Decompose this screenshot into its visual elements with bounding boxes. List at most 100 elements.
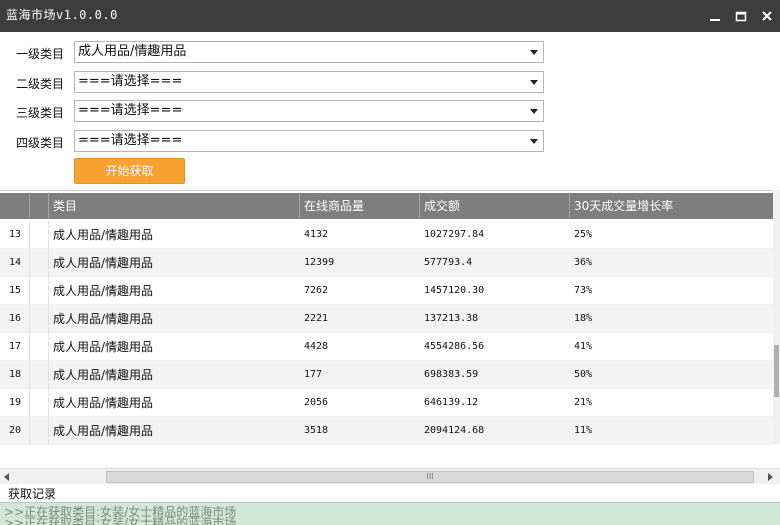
cell-turnover: 4554286.56 bbox=[424, 341, 485, 352]
table-row[interactable]: 17 成人用品/情趣用品 4428 4554286.56 41% bbox=[0, 333, 773, 361]
level1-label: 一级类目 bbox=[16, 47, 65, 61]
log-line: >>正在获取类目:女装/女士精品的蓝海市场 bbox=[4, 516, 237, 525]
blank-cell bbox=[30, 305, 49, 333]
vertical-scrollbar[interactable] bbox=[773, 190, 780, 444]
table-row[interactable]: 15 成人用品/情趣用品 7262 1457120.30 73% bbox=[0, 277, 773, 305]
cell-turnover: 1027297.84 bbox=[424, 229, 485, 240]
blank-cell bbox=[30, 361, 49, 389]
scroll-grip: III bbox=[426, 472, 434, 481]
row-number: 16 bbox=[0, 305, 30, 333]
level4-label: 四级类目 bbox=[16, 136, 65, 150]
cell-growth: 73% bbox=[574, 285, 593, 296]
table-row[interactable]: 19 成人用品/情趣用品 2056 646139.12 21% bbox=[0, 389, 773, 417]
scroll-right-icon[interactable] bbox=[768, 473, 773, 481]
blank-cell bbox=[30, 417, 49, 445]
result-grid: 类目 在线商品量 成交额 30天成交量增长率 13 成人用品/情趣用品 4132 10… bbox=[0, 190, 773, 445]
level1-select[interactable]: 成人用品/情趣用品 bbox=[74, 41, 544, 63]
column-header-online-count[interactable]: 在线商品量 bbox=[300, 193, 420, 219]
cell-turnover: 577793.4 bbox=[424, 257, 473, 268]
level3-value: ===请选择=== bbox=[78, 103, 183, 118]
chevron-down-icon bbox=[530, 109, 538, 114]
level2-label: 二级类目 bbox=[16, 77, 65, 91]
horizontal-scroll-thumb[interactable]: III bbox=[106, 471, 754, 483]
cell-online-count: 7262 bbox=[304, 285, 329, 296]
cell-growth: 18% bbox=[574, 313, 593, 324]
level1-row: 一级类目 成人用品/情趣用品 bbox=[0, 41, 560, 63]
blank-cell bbox=[30, 221, 49, 249]
row-number: 14 bbox=[0, 249, 30, 277]
cell-online-count: 12399 bbox=[304, 257, 335, 268]
row-header-corner bbox=[0, 193, 30, 219]
cell-online-count: 177 bbox=[304, 369, 323, 380]
column-header-category[interactable]: 类目 bbox=[49, 193, 300, 219]
vertical-scroll-thumb[interactable] bbox=[774, 345, 779, 397]
level4-select[interactable]: ===请选择=== bbox=[74, 130, 544, 152]
cell-turnover: 1457120.30 bbox=[424, 285, 485, 296]
cell-growth: 36% bbox=[574, 257, 593, 268]
cell-growth: 50% bbox=[574, 369, 593, 380]
level4-row: 四级类目 ===请选择=== bbox=[0, 130, 560, 152]
row-number: 18 bbox=[0, 361, 30, 389]
minimize-icon[interactable] bbox=[708, 9, 722, 23]
row-number: 15 bbox=[0, 277, 30, 305]
cell-online-count: 4428 bbox=[304, 341, 329, 352]
log-textarea[interactable]: >>正在获取类目:女装/女士精品的蓝海市场 >>正在获取类目:女装/女士精品的蓝… bbox=[0, 502, 780, 525]
level3-row: 三级类目 ===请选择=== bbox=[0, 100, 560, 122]
cell-growth: 25% bbox=[574, 229, 593, 240]
table-row[interactable]: 14 成人用品/情趣用品 12399 577793.4 36% bbox=[0, 249, 773, 277]
table-row[interactable]: 16 成人用品/情趣用品 2221 137213.38 18% bbox=[0, 305, 773, 333]
chevron-down-icon bbox=[530, 50, 538, 55]
level2-select[interactable]: ===请选择=== bbox=[74, 71, 544, 93]
cell-category: 成人用品/情趣用品 bbox=[53, 340, 154, 354]
close-icon[interactable] bbox=[760, 9, 774, 23]
row-number: 17 bbox=[0, 333, 30, 361]
cell-growth: 11% bbox=[574, 425, 593, 436]
cell-online-count: 3518 bbox=[304, 425, 329, 436]
log-label: 获取记录 bbox=[8, 487, 57, 501]
level3-select[interactable]: ===请选择=== bbox=[74, 100, 544, 122]
chevron-down-icon bbox=[530, 139, 538, 144]
blank-cell bbox=[30, 333, 49, 361]
table-row[interactable]: 13 成人用品/情趣用品 4132 1027297.84 25% bbox=[0, 221, 773, 249]
table-row[interactable]: 20 成人用品/情趣用品 3518 2094124.68 11% bbox=[0, 417, 773, 445]
cell-growth: 41% bbox=[574, 341, 593, 352]
blank-column-header bbox=[30, 193, 49, 219]
cell-growth: 21% bbox=[574, 397, 593, 408]
cell-category: 成人用品/情趣用品 bbox=[53, 368, 154, 382]
row-number: 13 bbox=[0, 221, 30, 249]
column-header-turnover[interactable]: 成交额 bbox=[420, 193, 570, 219]
level3-label: 三级类目 bbox=[16, 106, 65, 120]
cell-category: 成人用品/情趣用品 bbox=[53, 228, 154, 242]
cell-online-count: 2221 bbox=[304, 313, 329, 324]
cell-category: 成人用品/情趣用品 bbox=[53, 284, 154, 298]
row-number: 20 bbox=[0, 417, 30, 445]
cell-turnover: 2094124.68 bbox=[424, 425, 485, 436]
table-row[interactable]: 18 成人用品/情趣用品 177 698383.59 50% bbox=[0, 361, 773, 389]
scroll-left-icon[interactable] bbox=[4, 473, 9, 481]
blank-cell bbox=[30, 277, 49, 305]
cell-category: 成人用品/情趣用品 bbox=[53, 312, 154, 326]
column-header-growth[interactable]: 30天成交量增长率 bbox=[570, 193, 773, 219]
level2-row: 二级类目 ===请选择=== bbox=[0, 71, 560, 93]
cell-category: 成人用品/情趣用品 bbox=[53, 256, 154, 270]
blank-cell bbox=[30, 249, 49, 277]
cell-turnover: 137213.38 bbox=[424, 313, 479, 324]
level4-value: ===请选择=== bbox=[78, 133, 183, 148]
maximize-icon[interactable] bbox=[734, 9, 748, 23]
start-fetch-button[interactable]: 开始获取 bbox=[74, 158, 185, 184]
level1-value: 成人用品/情趣用品 bbox=[78, 44, 187, 59]
blank-cell bbox=[30, 389, 49, 417]
level2-value: ===请选择=== bbox=[78, 74, 183, 89]
row-number: 19 bbox=[0, 389, 30, 417]
cell-online-count: 2056 bbox=[304, 397, 329, 408]
cell-turnover: 646139.12 bbox=[424, 397, 479, 408]
cell-category: 成人用品/情趣用品 bbox=[53, 424, 154, 438]
title-bar: 蓝海市场v1.0.0.0 bbox=[0, 0, 780, 32]
cell-online-count: 4132 bbox=[304, 229, 329, 240]
horizontal-scrollbar[interactable]: III bbox=[0, 468, 780, 484]
window-title: 蓝海市场v1.0.0.0 bbox=[6, 8, 118, 22]
chevron-down-icon bbox=[530, 80, 538, 85]
grid-header: 类目 在线商品量 成交额 30天成交量增长率 bbox=[0, 193, 773, 219]
cell-category: 成人用品/情趣用品 bbox=[53, 396, 154, 410]
cell-turnover: 698383.59 bbox=[424, 369, 479, 380]
